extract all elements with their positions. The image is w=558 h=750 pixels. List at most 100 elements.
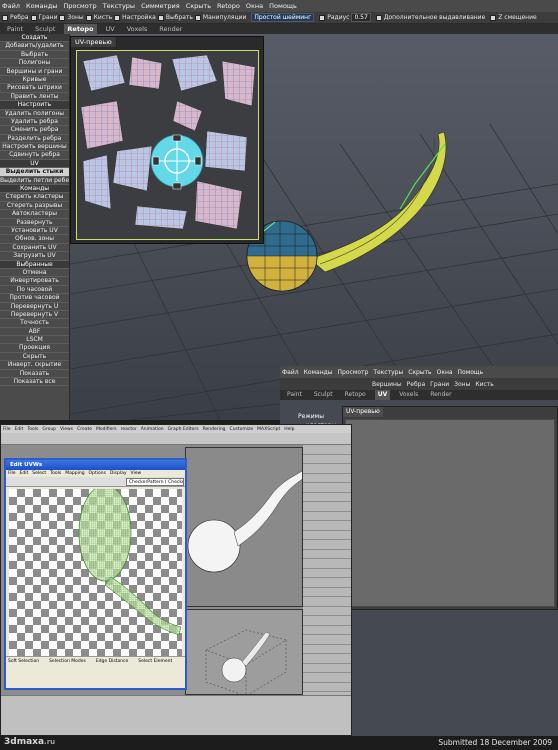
panel-command-button[interactable]: Перевернуть V — [0, 311, 69, 320]
max-panel-row[interactable] — [303, 483, 351, 493]
toolbar-item[interactable]: Настройка — [114, 14, 156, 21]
max-menu-item[interactable]: Edit — [15, 427, 24, 432]
panel-command-button[interactable]: Настроить вершины — [0, 143, 69, 152]
room-tab[interactable]: Render — [156, 24, 185, 34]
max-panel-row[interactable] — [303, 550, 351, 559]
toolbar-item[interactable]: Ребра — [2, 14, 29, 21]
uvw-menu-item[interactable]: View — [131, 470, 142, 477]
panel-command-button[interactable]: Скрыть — [0, 353, 69, 362]
max-menu-item[interactable]: reactor — [121, 427, 137, 432]
toolbar-item[interactable]: Ребра — [407, 381, 426, 388]
panel-command-button[interactable]: Показать — [0, 370, 69, 379]
room-tab[interactable]: Render — [427, 390, 454, 400]
panel-command-button[interactable]: Стереть разрывы — [0, 202, 69, 211]
max-panel-row[interactable] — [303, 683, 351, 692]
max-panel-row[interactable] — [303, 645, 351, 654]
menu-item[interactable]: Окна — [246, 2, 263, 10]
max-panel-row[interactable] — [303, 616, 351, 626]
site-logo[interactable]: 3dmaxa.ru — [4, 737, 55, 747]
uvw-menu-item[interactable]: Display — [110, 470, 127, 477]
room-tab[interactable]: Voxels — [396, 390, 421, 400]
panel-command-button[interactable]: Отмена — [0, 269, 69, 278]
max-panel-row[interactable] — [303, 445, 351, 455]
radius-checkbox[interactable] — [319, 14, 326, 21]
max-viewport-perspective[interactable] — [185, 609, 303, 695]
max-panel-row[interactable] — [303, 569, 351, 578]
panel-command-button[interactable]: Удалить ребра — [0, 118, 69, 127]
max-panel-row[interactable] — [303, 502, 351, 512]
toolbar-checkbox[interactable] — [194, 14, 201, 21]
uvw-menu-item[interactable]: Options — [89, 470, 106, 477]
toolbar-item[interactable]: Выбрать — [157, 14, 193, 21]
panel-command-button[interactable]: Показать все — [0, 378, 69, 387]
menu-item[interactable]: Просмотр — [63, 2, 96, 10]
toolbar-checkbox[interactable] — [30, 14, 37, 21]
panel-command-button[interactable]: Загрузить UV — [0, 252, 69, 261]
panel-command-button[interactable]: Против часовой — [0, 294, 69, 303]
menu-item[interactable]: Команды — [26, 2, 57, 10]
room-tab[interactable]: Paint — [284, 390, 305, 400]
max-panel-row[interactable] — [303, 635, 351, 645]
toolbar-item[interactable]: Кисть — [85, 14, 112, 21]
max-panel-row[interactable] — [303, 531, 351, 540]
max-panel-row[interactable] — [303, 578, 351, 588]
menu-item[interactable]: Текстуры — [373, 369, 403, 376]
max-panel-row[interactable] — [303, 464, 351, 474]
panel-command-button[interactable]: Удалить полигоны — [0, 110, 69, 118]
max-menu-item[interactable]: Group — [42, 427, 56, 432]
toolbar-checkbox[interactable] — [114, 14, 121, 21]
max-viewport-top[interactable] — [185, 447, 303, 607]
panel-command-button[interactable]: Добавить/удалить — [0, 42, 69, 51]
panel-command-button[interactable]: Править ленты — [0, 93, 69, 102]
panel-command-button[interactable]: Вершины и грани — [0, 68, 69, 76]
panel-command-button[interactable]: Точность — [0, 319, 69, 328]
max-panel-row[interactable] — [303, 559, 351, 569]
max-panel-row[interactable] — [303, 626, 351, 635]
max-panel-row[interactable] — [303, 664, 351, 673]
max-panel-row[interactable] — [303, 474, 351, 483]
max-panel-row[interactable] — [303, 540, 351, 550]
panel-command-button[interactable]: Проекция — [0, 344, 69, 353]
menu-item[interactable]: Просмотр — [338, 369, 369, 376]
uv-preview-canvas[interactable] — [76, 50, 259, 240]
max-menu-item[interactable]: Animation — [141, 427, 164, 432]
max-panel-row[interactable] — [303, 588, 351, 597]
max-panel-row[interactable] — [303, 512, 351, 521]
panel-command-button[interactable]: Сменить ребра — [0, 126, 69, 135]
max-panel-row[interactable] — [303, 455, 351, 464]
panel-command-button[interactable]: Инвертировать — [0, 277, 69, 286]
simple-shading-field[interactable]: Простой шейминг — [251, 13, 315, 22]
room-tab[interactable]: Paint — [4, 24, 26, 34]
max-panel-row[interactable] — [303, 607, 351, 616]
panel-command-button[interactable]: Установить UV — [0, 227, 69, 236]
toolbar-item[interactable]: Кисть — [475, 381, 494, 388]
max-menu-item[interactable]: Rendering — [203, 427, 226, 432]
toolbar-item[interactable]: Зоны — [59, 14, 84, 21]
panel-command-button[interactable]: Развернуть — [0, 219, 69, 227]
toolbar-item[interactable]: Грани — [30, 14, 57, 21]
toolbar-item[interactable]: Грани — [430, 381, 449, 388]
max-panel-row[interactable] — [303, 673, 351, 683]
panel-command-button[interactable]: ABF — [0, 328, 69, 337]
map-combo[interactable]: CheckerPattern ( Checker ) — [126, 478, 184, 486]
toolbar-checkbox[interactable] — [157, 14, 164, 21]
max-menu-item[interactable]: Modifiers — [96, 427, 117, 432]
uvw-menu-item[interactable]: Select — [32, 470, 46, 477]
menu-item[interactable]: Скрыть — [408, 369, 431, 376]
max-panel-row[interactable] — [303, 654, 351, 664]
room-tab[interactable]: Retopo — [64, 24, 97, 34]
room-tab[interactable]: UV — [103, 24, 118, 34]
panel-command-button[interactable]: Перевернуть U — [0, 303, 69, 311]
panel-command-button[interactable]: Выделить петли ребер — [0, 177, 69, 186]
toolbar-item[interactable]: Манипуляции — [194, 14, 246, 21]
room-tab[interactable]: Sculpt — [311, 390, 336, 400]
menu-item[interactable]: Файл — [282, 369, 299, 376]
menu-item[interactable]: Команды — [304, 369, 333, 376]
panel-command-button[interactable]: Рисовать штрихи — [0, 84, 69, 93]
uvw-menu-item[interactable]: File — [8, 470, 16, 477]
menu-item[interactable]: Окна — [437, 369, 453, 376]
panel-command-button[interactable]: Автокластеры — [0, 210, 69, 219]
second-uv-preview-canvas[interactable] — [345, 419, 555, 607]
panel-command-button[interactable]: Выбрать — [0, 51, 69, 60]
panel-command-button[interactable]: Кривые — [0, 76, 69, 85]
